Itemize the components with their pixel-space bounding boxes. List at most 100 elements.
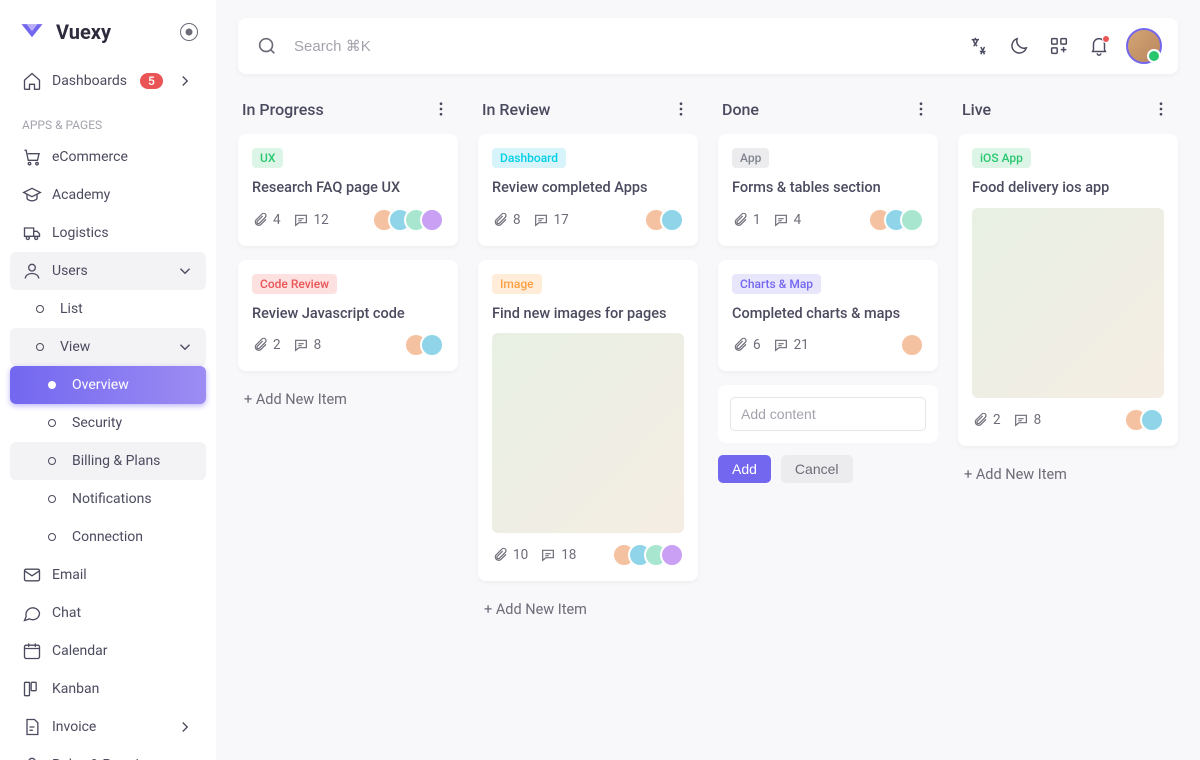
column-title: In Review <box>482 100 550 119</box>
nav-users[interactable]: Users <box>10 252 206 290</box>
card-footer: 10 18 <box>492 543 684 567</box>
avatar <box>660 208 684 232</box>
nav-label: Chat <box>52 605 81 621</box>
nav-kanban[interactable]: Kanban <box>10 670 206 708</box>
avatar-group <box>900 333 924 357</box>
search-icon[interactable] <box>254 33 280 59</box>
attachment-stat: 6 <box>732 337 761 353</box>
more-icon[interactable] <box>1148 96 1174 122</box>
comment-stat: 12 <box>293 212 329 228</box>
nav-badge: 5 <box>140 73 163 89</box>
bell-icon[interactable] <box>1086 33 1112 59</box>
chevron-right-icon <box>176 756 194 760</box>
chevron-right-icon <box>176 718 194 736</box>
cancel-button[interactable]: Cancel <box>781 455 853 483</box>
comment-stat: 8 <box>1013 412 1042 428</box>
add-new-item[interactable]: + Add New Item <box>958 460 1178 489</box>
nav-invoice[interactable]: Invoice <box>10 708 206 746</box>
attachment-stat: 1 <box>732 212 761 228</box>
card-title: Research FAQ page UX <box>252 178 444 198</box>
kanban-card[interactable]: Charts & Map Completed charts & maps 6 2… <box>718 260 938 372</box>
truck-icon <box>22 223 42 243</box>
nav-calendar[interactable]: Calendar <box>10 632 206 670</box>
nav-email[interactable]: Email <box>10 556 206 594</box>
card-image <box>972 208 1164 398</box>
avatar <box>900 208 924 232</box>
nav-connection[interactable]: Connection <box>10 518 206 556</box>
nav-notifications[interactable]: Notifications <box>10 480 206 518</box>
attachment-icon <box>492 547 508 563</box>
card-footer: 1 4 <box>732 208 924 232</box>
kanban-card[interactable]: App Forms & tables section 1 4 <box>718 134 938 246</box>
add-content-input[interactable] <box>730 397 926 431</box>
theme-icon[interactable] <box>1006 33 1032 59</box>
add-new-item[interactable]: + Add New Item <box>478 595 698 624</box>
nav-logistics[interactable]: Logistics <box>10 214 206 252</box>
nav-billing[interactable]: Billing & Plans <box>10 442 206 480</box>
nav-users-view[interactable]: View <box>10 328 206 366</box>
nav-security[interactable]: Security <box>10 404 206 442</box>
nav-label: Dashboards <box>52 73 127 89</box>
nav-dashboards[interactable]: Dashboards 5 <box>10 62 206 100</box>
more-icon[interactable] <box>428 96 454 122</box>
card-stats: 2 8 <box>252 337 321 353</box>
card-tag: Image <box>492 274 542 294</box>
nav-chat[interactable]: Chat <box>10 594 206 632</box>
kanban-card[interactable]: UX Research FAQ page UX 4 12 <box>238 134 458 246</box>
card-title: Find new images for pages <box>492 304 684 324</box>
dot-icon <box>42 413 62 433</box>
attachment-stat: 8 <box>492 212 521 228</box>
home-icon <box>22 71 42 91</box>
card-stats: 4 12 <box>252 212 329 228</box>
card-footer: 6 21 <box>732 333 924 357</box>
more-icon[interactable] <box>908 96 934 122</box>
avatar-group <box>372 208 444 232</box>
card-stats: 6 21 <box>732 337 809 353</box>
comment-icon <box>533 212 549 228</box>
nav-users-list[interactable]: List <box>10 290 206 328</box>
section-apps-pages: APPS & PAGES <box>10 100 206 138</box>
card-footer: 2 8 <box>972 408 1164 432</box>
nav-overview[interactable]: Overview <box>10 366 206 404</box>
comment-stat: 18 <box>540 547 576 563</box>
pin-icon[interactable] <box>180 23 198 41</box>
apps-icon[interactable] <box>1046 33 1072 59</box>
nav-label: Invoice <box>52 719 96 735</box>
avatar <box>1140 408 1164 432</box>
nav-ecommerce[interactable]: eCommerce <box>10 138 206 176</box>
card-title: Review Javascript code <box>252 304 444 324</box>
card-image <box>492 333 684 533</box>
avatar <box>900 333 924 357</box>
comment-icon <box>293 337 309 353</box>
nav-label: Overview <box>72 377 129 393</box>
attachment-icon <box>492 212 508 228</box>
chevron-down-icon <box>176 262 194 280</box>
chevron-right-icon <box>176 72 194 90</box>
attachment-icon <box>252 337 268 353</box>
more-icon[interactable] <box>668 96 694 122</box>
kanban-card[interactable]: Code Review Review Javascript code 2 8 <box>238 260 458 372</box>
nav-label: eCommerce <box>52 149 128 165</box>
avatar <box>420 333 444 357</box>
kanban-icon <box>22 679 42 699</box>
attachment-stat: 10 <box>492 547 528 563</box>
kanban-card[interactable]: Image Find new images for pages 10 18 <box>478 260 698 582</box>
nav-academy[interactable]: Academy <box>10 176 206 214</box>
column-title: In Progress <box>242 100 324 119</box>
logo-wrap[interactable]: Vuexy <box>18 20 111 44</box>
chevron-down-icon <box>176 338 194 356</box>
user-avatar[interactable] <box>1126 28 1162 64</box>
attachment-icon <box>252 212 268 228</box>
search-input[interactable] <box>294 38 554 55</box>
nav-label: List <box>60 301 83 317</box>
add-button[interactable]: Add <box>718 455 771 483</box>
kanban-card[interactable]: Dashboard Review completed Apps 8 17 <box>478 134 698 246</box>
nav-roles[interactable]: Roles & Permiss... <box>10 746 206 760</box>
dot-icon <box>42 527 62 547</box>
avatar-group <box>404 333 444 357</box>
language-icon[interactable] <box>966 33 992 59</box>
column-header: Done <box>718 96 938 134</box>
add-new-item[interactable]: + Add New Item <box>238 385 458 414</box>
dot-icon <box>42 375 62 395</box>
kanban-card[interactable]: iOS App Food delivery ios app 2 8 <box>958 134 1178 446</box>
